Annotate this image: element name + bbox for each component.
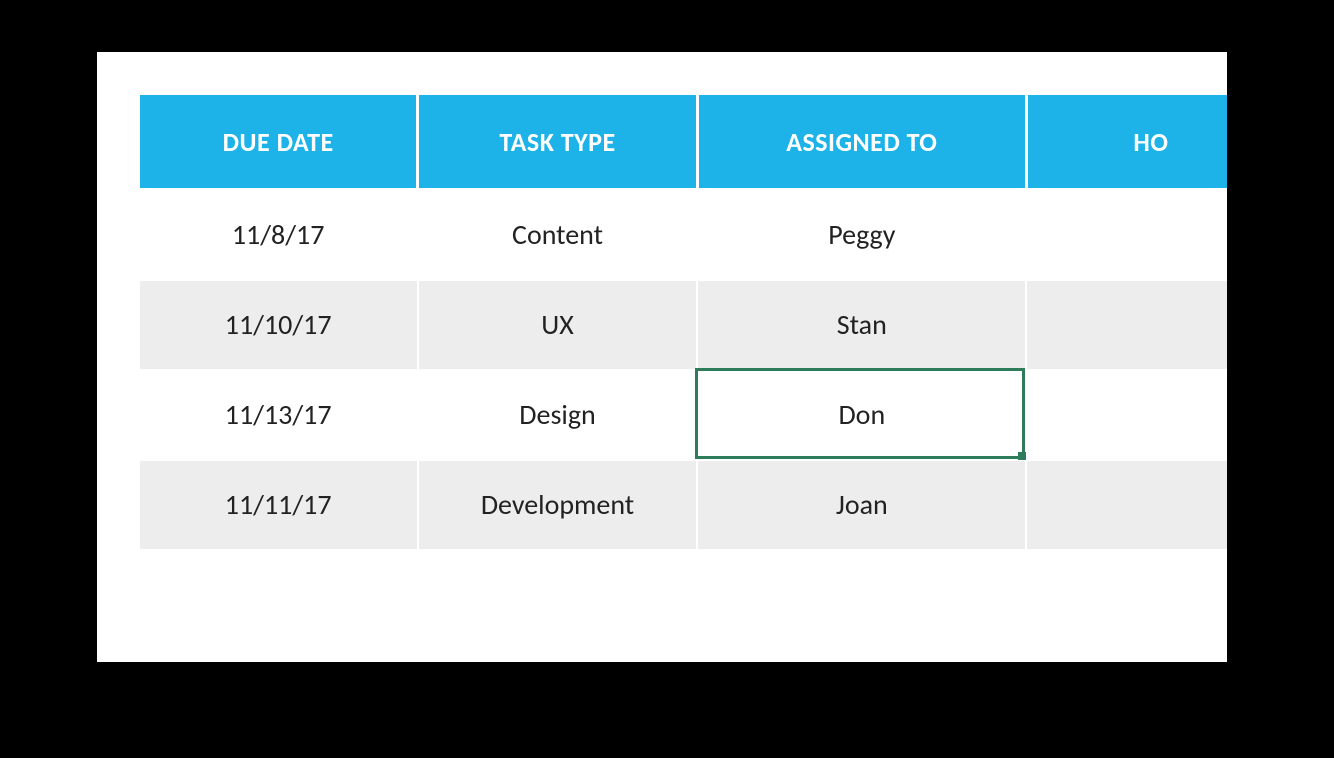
header-task-type[interactable]: TASK TYPE [418, 94, 697, 190]
cell-hours[interactable] [1026, 370, 1227, 460]
header-hours-partial[interactable]: HO [1026, 94, 1227, 190]
cell-assigned-to-selected[interactable]: Don [697, 370, 1026, 460]
cell-task-type[interactable]: UX [418, 280, 697, 370]
header-due-date[interactable]: DUE DATE [139, 94, 418, 190]
table-row: 11/10/17 UX Stan [139, 280, 1228, 370]
cell-task-type[interactable]: Content [418, 190, 697, 280]
cell-hours[interactable] [1026, 460, 1227, 550]
cell-due-date[interactable]: 11/11/17 [139, 460, 418, 550]
cell-due-date[interactable]: 11/8/17 [139, 190, 418, 280]
task-table: DUE DATE TASK TYPE ASSIGNED TO HO 11/8/1… [137, 92, 1227, 551]
cell-due-date[interactable]: 11/13/17 [139, 370, 418, 460]
cell-assigned-to[interactable]: Joan [697, 460, 1026, 550]
cell-hours[interactable] [1026, 280, 1227, 370]
table-row: 11/8/17 Content Peggy [139, 190, 1228, 280]
header-assigned-to[interactable]: ASSIGNED TO [697, 94, 1026, 190]
spreadsheet-panel: DUE DATE TASK TYPE ASSIGNED TO HO 11/8/1… [97, 52, 1227, 662]
cell-task-type[interactable]: Development [418, 460, 697, 550]
table-row: 11/11/17 Development Joan [139, 460, 1228, 550]
cell-task-type[interactable]: Design [418, 370, 697, 460]
table-header-row: DUE DATE TASK TYPE ASSIGNED TO HO [139, 94, 1228, 190]
table-row: 11/13/17 Design Don [139, 370, 1228, 460]
cell-hours[interactable] [1026, 190, 1227, 280]
cell-assigned-to[interactable]: Stan [697, 280, 1026, 370]
cell-assigned-to[interactable]: Peggy [697, 190, 1026, 280]
cell-due-date[interactable]: 11/10/17 [139, 280, 418, 370]
